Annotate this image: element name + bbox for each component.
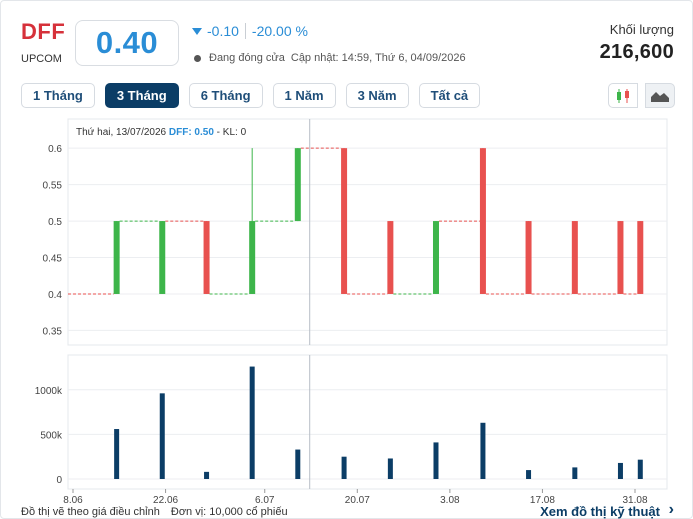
volume-bar <box>637 459 643 479</box>
tooltip-date: Thứ hai, 13/07/2026 <box>76 127 169 138</box>
tab-1-month[interactable]: 1 Tháng <box>21 83 95 108</box>
x-tick-label: 20.07 <box>345 495 370 506</box>
x-tick-label: 8.06 <box>63 495 83 506</box>
down-arrow-icon <box>192 27 202 35</box>
volume-bar <box>341 456 347 479</box>
price-tick-label: 0.45 <box>43 254 63 265</box>
price-tick-label: 0.5 <box>48 217 62 228</box>
tab-3-years[interactable]: 3 Năm <box>345 83 409 108</box>
volume-bar <box>114 429 120 479</box>
volume-value: 216,600 <box>599 41 674 63</box>
candle-body <box>432 221 439 294</box>
x-tick-label: 6.07 <box>255 495 275 506</box>
volume-bar <box>433 442 439 479</box>
candlestick-icon <box>617 88 629 103</box>
stock-chart-card: DFF UPCOM 0.40 -0.10 -20.00 % Đang đóng … <box>0 0 693 519</box>
tab-label: Tất cả <box>430 88 469 103</box>
tab-label: 1 Năm <box>284 88 324 103</box>
technical-chart-link[interactable]: Xem đồ thị kỹ thuật <box>540 504 660 519</box>
tab-label: 1 Tháng <box>33 88 83 103</box>
tab-all[interactable]: Tất cả <box>418 83 481 108</box>
volume-bar <box>159 393 165 479</box>
x-tick-label: 22.06 <box>153 495 178 506</box>
updated-time: Cập nhật: 14:59, Thứ 6, 04/09/2026 <box>290 52 466 64</box>
price-volume-chart[interactable]: 0.6 0.55 0.5 0.45 0.4 0.35 1000k 500k 08.06 22.06… <box>1 113 693 509</box>
area-chart-button[interactable] <box>645 83 675 108</box>
exchange-name: UPCOM <box>21 53 62 65</box>
tooltip-volume: - KL: 0 <box>214 127 247 138</box>
volume-bar <box>572 467 578 479</box>
price-tick-label: 0.55 <box>43 181 63 192</box>
divider <box>244 23 246 39</box>
candle-body <box>571 221 578 294</box>
adjusted-price-note: Đồ thị vẽ theo giá điều chỉnh <box>21 506 160 518</box>
tab-label: 3 Năm <box>357 88 397 103</box>
candle-body <box>341 148 348 294</box>
volume-tick-label: 0 <box>56 475 62 486</box>
x-tick-label: 3.08 <box>440 495 460 506</box>
tab-1-year[interactable]: 1 Năm <box>272 83 336 108</box>
market-status: Đang đóng cửa Cập nhật: 14:59, Thứ 6, 04… <box>194 52 466 64</box>
candle-body <box>617 221 624 294</box>
price-tick-label: 0.35 <box>43 326 63 337</box>
volume-bar <box>387 458 393 479</box>
price-change: -0.10 -20.00 % <box>192 23 308 39</box>
ticker-symbol: DFF <box>21 19 66 44</box>
volume-bar <box>480 422 486 479</box>
unit-note: Đơn vị: 10,000 cổ phiếu <box>170 506 288 518</box>
price-box: 0.40 <box>75 20 179 66</box>
candle-body <box>479 148 486 294</box>
status-text: Đang đóng cửa <box>209 52 285 64</box>
candlestick-chart-button[interactable] <box>608 83 638 108</box>
tooltip-text: Thứ hai, 13/07/2026 DFF: 0.50 - KL: 0 <box>76 127 247 138</box>
volume-bar <box>295 449 301 479</box>
tab-6-months[interactable]: 6 Tháng <box>188 83 263 108</box>
tab-label: 3 Tháng <box>116 88 167 103</box>
candle-body <box>637 221 644 294</box>
tab-label: 6 Tháng <box>200 88 251 103</box>
chevron-right-icon[interactable]: › <box>669 501 674 519</box>
current-price: 0.40 <box>95 25 159 60</box>
volume-bar <box>617 462 623 479</box>
volume-label: Khối lượng <box>609 22 674 37</box>
candle-body <box>525 221 532 294</box>
volume-bar <box>204 471 210 479</box>
candle-body <box>387 221 394 294</box>
candle-body <box>159 221 166 294</box>
candle-body <box>113 221 120 294</box>
period-tabs: 1 Tháng 3 Tháng 6 Tháng 1 Năm 3 Năm Tất … <box>21 83 490 108</box>
chart-area[interactable]: 0.6 0.55 0.5 0.45 0.4 0.35 1000k 500k 0 8.06 22.06… <box>1 113 693 509</box>
volume-tick-label: 1000k <box>35 386 63 397</box>
status-dot-icon <box>194 54 201 62</box>
change-value: -0.10 <box>207 23 239 39</box>
candle-body <box>294 148 301 222</box>
change-percent: -20.00 % <box>251 23 308 39</box>
tooltip-value: DFF: 0.50 <box>169 127 214 138</box>
tab-3-months[interactable]: 3 Tháng <box>104 83 179 108</box>
volume-tick-label: 500k <box>40 430 63 441</box>
area-chart-icon <box>651 91 669 102</box>
volume-bar <box>526 470 532 479</box>
price-tick-label: 0.6 <box>48 144 62 155</box>
price-tick-label: 0.4 <box>48 290 62 301</box>
volume-bar <box>249 366 255 479</box>
candle-body <box>203 221 210 294</box>
candle-body <box>249 221 256 294</box>
footer-notes: Đồ thị vẽ theo giá điều chỉnh Đơn vị: 10… <box>21 506 288 518</box>
